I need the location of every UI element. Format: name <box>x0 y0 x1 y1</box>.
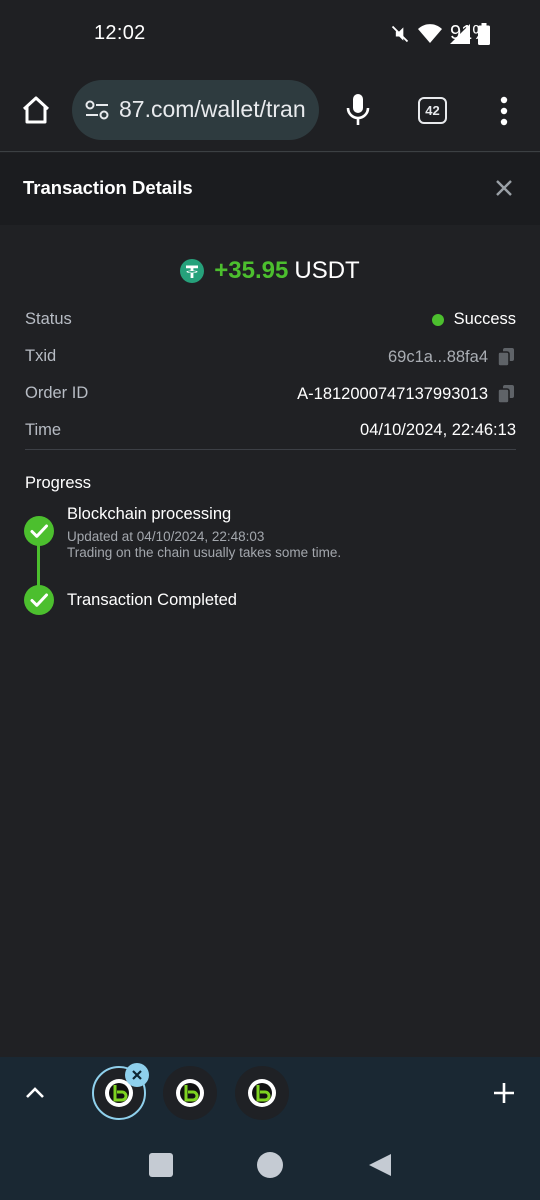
close-icon[interactable] <box>494 178 514 198</box>
tab-switcher-icon[interactable]: 42 <box>418 97 447 124</box>
tab-close-icon[interactable] <box>125 1063 149 1087</box>
tab-count: 42 <box>425 103 440 118</box>
detail-value-order-id: A-1812000747137993013 <box>297 384 516 404</box>
app-logo-icon <box>176 1079 204 1107</box>
detail-row-time: Time 04/10/2024, 22:46:13 <box>25 421 516 445</box>
back-nav-icon[interactable] <box>367 1152 393 1178</box>
dialog-header: Transaction Details <box>0 153 540 225</box>
detail-row-order-id: Order ID A-1812000747137993013 <box>25 384 516 408</box>
detail-row-txid: Txid 69c1a...88fa4 <box>25 347 516 371</box>
site-settings-icon[interactable] <box>84 98 110 122</box>
wifi-icon <box>418 24 442 43</box>
status-text: Success <box>453 310 516 328</box>
recents-nav-icon[interactable] <box>149 1153 173 1177</box>
app-logo-icon <box>248 1079 276 1107</box>
status-bar: 12:02 91% <box>0 0 540 68</box>
copy-icon[interactable] <box>496 347 516 367</box>
step-note: Trading on the chain usually takes some … <box>67 545 342 560</box>
detail-value-txid: 69c1a...88fa4 <box>388 347 516 367</box>
amount-row: +35.95 USDT <box>0 256 540 286</box>
detail-label: Order ID <box>25 384 89 402</box>
divider <box>25 449 516 450</box>
chevron-up-icon[interactable] <box>24 1084 46 1100</box>
more-menu-icon[interactable] <box>500 96 508 126</box>
step-updated: Updated at 04/10/2024, 22:48:03 <box>67 529 265 544</box>
url-text[interactable]: 87.com/wallet/tran <box>119 96 306 123</box>
browser-toolbar: 87.com/wallet/tran 42 <box>0 68 540 152</box>
progress-connector <box>37 540 40 590</box>
detail-label: Time <box>25 421 62 439</box>
detail-label: Txid <box>25 347 57 365</box>
check-circle-icon <box>24 516 54 546</box>
copy-icon[interactable] <box>496 384 516 404</box>
amount-value: +35.95 <box>214 257 289 284</box>
battery-percent: 91% <box>450 22 491 44</box>
tether-icon <box>180 259 205 283</box>
detail-label: Status <box>25 310 72 328</box>
status-dot <box>431 313 444 326</box>
address-bar[interactable]: 87.com/wallet/tran <box>72 80 319 140</box>
step-title: Transaction Completed <box>67 591 237 609</box>
mic-icon[interactable] <box>344 92 372 128</box>
status-time: 12:02 <box>94 22 146 44</box>
dialog-title: Transaction Details <box>23 177 193 198</box>
mute-icon <box>391 25 409 43</box>
txid-text: 69c1a...88fa4 <box>388 347 488 366</box>
amount-currency: USDT <box>294 257 360 284</box>
step-title: Blockchain processing <box>67 505 232 523</box>
check-circle-icon <box>24 585 54 615</box>
home-nav-icon[interactable] <box>257 1152 283 1178</box>
home-icon[interactable] <box>20 94 52 126</box>
detail-row-status: Status Success <box>25 310 516 334</box>
tab-thumbnail[interactable] <box>235 1066 289 1120</box>
detail-value-time: 04/10/2024, 22:46:13 <box>360 421 516 439</box>
order-id-text: A-1812000747137993013 <box>297 384 488 403</box>
progress-heading: Progress <box>25 474 92 492</box>
add-tab-icon[interactable] <box>492 1081 516 1105</box>
tab-thumbnail[interactable] <box>163 1066 217 1120</box>
detail-value-status: Success <box>431 310 516 329</box>
bottom-tab-strip <box>0 1057 540 1200</box>
